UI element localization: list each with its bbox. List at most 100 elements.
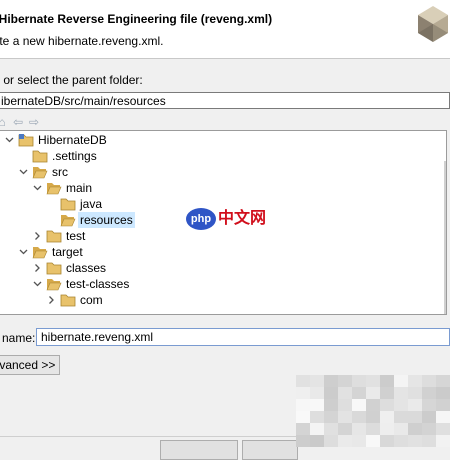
pixel-cell	[324, 387, 338, 399]
pixel-cell	[324, 435, 338, 447]
pixelated-area	[296, 375, 450, 447]
forward-arrow-icon[interactable]: ⇨	[26, 114, 42, 130]
pixel-cell	[380, 435, 394, 447]
tree-item-label: java	[80, 197, 103, 211]
pixel-cell	[310, 375, 324, 387]
tree-item-label: HibernateDB	[38, 133, 107, 147]
back-button[interactable]	[160, 440, 238, 460]
pixel-cell	[436, 375, 450, 387]
pixel-cell	[366, 375, 380, 387]
folder-icon	[60, 293, 76, 307]
pixel-cell	[366, 435, 380, 447]
pixel-cell	[352, 375, 366, 387]
chevron-down-icon[interactable]	[19, 164, 29, 180]
folder-open-icon	[46, 277, 62, 291]
pixel-cell	[310, 411, 324, 423]
pixel-cell	[338, 411, 352, 423]
pixel-cell	[380, 411, 394, 423]
pixel-cell	[408, 411, 422, 423]
file-name-label: e name:	[0, 331, 36, 345]
pixel-cell	[352, 399, 366, 411]
pixel-cell	[296, 435, 310, 447]
watermark-badge: php	[186, 208, 216, 230]
folder-open-icon	[32, 245, 48, 259]
folder-icon	[60, 197, 76, 211]
chevron-right-icon[interactable]	[33, 228, 43, 244]
tree-item-label: com	[80, 293, 103, 307]
watermark-text: 中文网	[218, 210, 267, 227]
pixel-cell	[394, 387, 408, 399]
pixel-cell	[436, 399, 450, 411]
advanced-button[interactable]: dvanced >>	[0, 355, 60, 375]
wizard-title: ate Hibernate Reverse Engineering file (…	[0, 12, 273, 26]
chevron-down-icon[interactable]	[19, 244, 29, 260]
tree-item-label: test-classes	[66, 277, 130, 291]
pixel-cell	[352, 411, 366, 423]
pixel-cell	[408, 375, 422, 387]
pixel-cell	[352, 423, 366, 435]
pixel-cell	[380, 399, 394, 411]
wizard-banner: ate Hibernate Reverse Engineering file (…	[0, 0, 450, 59]
folder-icon	[32, 149, 48, 163]
pixel-cell	[436, 411, 450, 423]
pixel-cell	[436, 387, 450, 399]
pixel-cell	[338, 399, 352, 411]
pixel-cell	[324, 375, 338, 387]
pixel-cell	[366, 399, 380, 411]
chevron-down-icon[interactable]	[33, 180, 43, 196]
chevron-down-icon[interactable]	[5, 132, 15, 148]
pixel-cell	[324, 423, 338, 435]
pixel-cell	[310, 423, 324, 435]
pixel-cell	[310, 399, 324, 411]
home-icon[interactable]: ⌂	[0, 114, 10, 130]
pixel-cell	[324, 411, 338, 423]
tree-item-label: target	[52, 245, 83, 259]
chevron-right-icon[interactable]	[33, 260, 43, 276]
pixel-cell	[408, 399, 422, 411]
pixel-cell	[296, 399, 310, 411]
pixel-cell	[352, 435, 366, 447]
pixel-cell	[422, 411, 436, 423]
tree-item-label: src	[52, 165, 68, 179]
pixel-cell	[296, 423, 310, 435]
tree-item-label: test	[66, 229, 86, 243]
parent-folder-input[interactable]: ibernateDB/src/main/resources	[0, 92, 450, 109]
parent-folder-label: ter or select the parent folder:	[0, 73, 143, 87]
pixel-cell	[394, 423, 408, 435]
tree-item-label: resources	[78, 212, 135, 228]
pixel-cell	[296, 375, 310, 387]
pixel-cell	[310, 435, 324, 447]
pixel-cell	[422, 423, 436, 435]
wizard-description: eate a new hibernate.reveng.xml.	[0, 34, 164, 48]
pixel-cell	[310, 387, 324, 399]
folder-open-icon	[32, 165, 48, 179]
back-arrow-icon[interactable]: ⇦	[10, 114, 26, 130]
tree-toolbar: ⌂ ⇦ ⇨	[0, 114, 60, 130]
pixel-cell	[408, 423, 422, 435]
chevron-down-icon[interactable]	[33, 276, 43, 292]
pixel-cell	[394, 411, 408, 423]
pixel-cell	[296, 387, 310, 399]
pixel-cell	[324, 399, 338, 411]
tree-item-label: .settings	[52, 149, 97, 163]
pixel-cell	[408, 387, 422, 399]
pixel-cell	[366, 387, 380, 399]
next-button[interactable]	[242, 440, 298, 460]
pixel-cell	[422, 399, 436, 411]
pixel-cell	[408, 435, 422, 447]
pixel-cell	[338, 435, 352, 447]
pixel-cell	[352, 387, 366, 399]
project-icon	[18, 133, 34, 147]
folder-open-icon	[60, 213, 76, 227]
folder-icon	[46, 261, 62, 275]
wizard-logo-icon	[418, 6, 448, 42]
chevron-right-icon[interactable]	[47, 292, 57, 308]
tree-scrollbar[interactable]	[444, 161, 446, 314]
pixel-cell	[338, 387, 352, 399]
pixel-cell	[436, 435, 450, 447]
pixel-cell	[366, 411, 380, 423]
file-name-input[interactable]: hibernate.reveng.xml	[36, 328, 450, 346]
tree-item-label: classes	[66, 261, 107, 275]
watermark-logo: php 中文网	[186, 208, 270, 234]
pixel-cell	[394, 435, 408, 447]
